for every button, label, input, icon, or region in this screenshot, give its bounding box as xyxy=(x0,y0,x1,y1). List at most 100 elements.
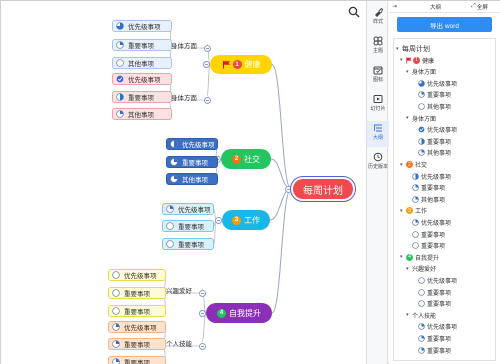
outline-label: 其他事项 xyxy=(421,197,446,204)
task-leaf-node[interactable]: 其他事项 xyxy=(166,173,218,185)
outline-item[interactable]: 优先级事项 xyxy=(406,218,451,227)
root-node[interactable]: 每周计划 xyxy=(290,176,356,202)
outline-item[interactable]: ▾ 身体方面 xyxy=(406,67,436,77)
outline-label: 自我提升 xyxy=(415,255,440,262)
task-leaf-node[interactable]: 优先级事项 xyxy=(108,269,166,281)
tool-label: 主题 xyxy=(372,48,383,54)
outline-item[interactable]: 重要事项 xyxy=(412,137,451,146)
collapse-toggle[interactable] xyxy=(203,44,211,52)
tool-brush[interactable]: 样式 xyxy=(367,5,389,31)
outline-item[interactable]: 其他事项 xyxy=(412,148,451,157)
task-leaf-node[interactable]: 重要事项 xyxy=(166,156,218,168)
task-leaf-node[interactable]: 重要事项 xyxy=(108,338,166,350)
task-leaf-node[interactable]: 其他事项 xyxy=(112,57,172,69)
progress-icon xyxy=(170,175,178,183)
outline-item[interactable]: 优先级事项 xyxy=(412,125,457,134)
search-icon[interactable] xyxy=(348,6,360,18)
outline-item[interactable]: ▾ 2 社交 xyxy=(400,160,427,169)
outline-item[interactable]: ▾ 兴趣爱好 xyxy=(406,264,436,274)
progress-icon xyxy=(418,346,425,354)
task-leaf-node[interactable]: 重要事项 xyxy=(112,39,172,51)
group-label[interactable]: 身体方面 xyxy=(171,40,197,50)
outline-item[interactable]: ▾ 个人技能 xyxy=(406,311,436,320)
task-leaf-node[interactable]: 重要事项 xyxy=(108,305,166,317)
collapse-toggle[interactable] xyxy=(203,96,211,104)
collapse-panel-icon[interactable]: ⇥ xyxy=(392,3,400,10)
task-label: 优先级事项 xyxy=(124,325,157,332)
progress-icon xyxy=(418,103,425,110)
collapse-toggle[interactable] xyxy=(198,342,206,350)
outline-item[interactable]: 优先级事项 xyxy=(412,79,457,88)
outline-item[interactable]: 优先级事项 xyxy=(412,322,457,331)
task-label: 重要事项 xyxy=(124,291,150,298)
outline-item[interactable]: 重要事项 xyxy=(412,299,451,308)
fullscreen-icon[interactable]: ⤢ xyxy=(471,3,476,10)
task-leaf-node[interactable]: 优先级事项 xyxy=(162,203,214,215)
group-label[interactable]: 兴趣爱好 xyxy=(166,285,192,295)
outline-item[interactable]: 重要事项 xyxy=(412,288,451,297)
branch-node[interactable]: 1 健康 xyxy=(210,55,272,74)
outline-item[interactable]: 优先级事项 xyxy=(412,276,457,285)
progress-icon xyxy=(116,75,124,83)
group-label[interactable]: 身体方面 xyxy=(171,92,197,102)
tool-calendar[interactable]: 图标 xyxy=(367,63,389,89)
outline-tree: ▾ 每周计划 ▾ 1 健康 ▾ 身体方面 优先级事项 重要事项 其他事项 ▾ 身体方面 优先级事项 重要事… xyxy=(393,38,496,361)
collapse-toggle[interactable] xyxy=(202,61,210,68)
task-leaf-node[interactable]: 重要事项 xyxy=(162,220,214,232)
outline-item[interactable]: ▾ 身体方面 xyxy=(406,114,436,123)
task-leaf-node[interactable]: 重要事项 xyxy=(108,356,166,364)
fullscreen-label[interactable]: 全屏 xyxy=(477,3,488,11)
outline-item[interactable]: 重要事项 xyxy=(412,346,451,355)
theme-icon xyxy=(373,36,383,46)
tool-history[interactable]: 历史版本 xyxy=(367,150,389,176)
task-leaf-node[interactable]: 重要事项 xyxy=(162,238,214,250)
progress-icon xyxy=(112,271,120,279)
panel-title: 大纲 xyxy=(430,4,442,11)
outline-item[interactable]: ▾ 1 健康 xyxy=(400,56,434,65)
branch-node[interactable]: 2 社交 xyxy=(221,149,271,169)
collapse-toggle[interactable] xyxy=(198,289,206,297)
collapse-toggle[interactable] xyxy=(214,216,222,224)
outline-item[interactable]: 优先级事项 xyxy=(406,172,451,181)
progress-icon xyxy=(116,22,124,30)
task-label: 重要事项 xyxy=(178,242,204,249)
progress-icon xyxy=(170,158,178,166)
group-label[interactable]: 个人技能 xyxy=(166,338,192,348)
task-leaf-node[interactable]: 优先级事项 xyxy=(112,73,172,85)
outline-item[interactable]: 其他事项 xyxy=(412,102,451,111)
task-leaf-node[interactable]: 优先级事项 xyxy=(166,138,218,150)
task-leaf-node[interactable]: 其他事项 xyxy=(112,108,172,120)
progress-icon xyxy=(112,289,120,297)
export-word-button[interactable]: 导出 word xyxy=(397,17,492,32)
outline-item[interactable]: ▾ 每周计划 xyxy=(396,44,430,53)
tool-theme[interactable]: 主题 xyxy=(367,34,389,60)
tool-outline[interactable]: 大纲 xyxy=(367,121,389,147)
outline-item[interactable]: 其他事项 xyxy=(406,195,445,204)
task-leaf-node[interactable]: 优先级事项 xyxy=(108,321,166,333)
progress-icon xyxy=(418,126,425,133)
outline-label: 优先级事项 xyxy=(421,174,452,181)
outline-label: 重要事项 xyxy=(421,244,446,251)
outline-item[interactable]: 重要事项 xyxy=(412,334,451,343)
outline-item[interactable]: 重要事项 xyxy=(406,241,445,250)
outline-item[interactable]: 重要事项 xyxy=(406,183,445,192)
mindmap-canvas[interactable]: 1 健康 身体方面 优先级事项 重要事项 其他事项 身体方面 优先级事项 重要事项 其他事项 2 社交… xyxy=(1,1,366,364)
outline-label: 重要事项 xyxy=(427,302,452,309)
branch-node[interactable]: 4 自我提升 xyxy=(206,303,272,323)
outline-item[interactable]: 重要事项 xyxy=(406,230,445,239)
task-label: 重要事项 xyxy=(124,342,150,349)
task-leaf-node[interactable]: 优先级事项 xyxy=(112,20,172,32)
slides-icon xyxy=(373,95,383,103)
flag-icon xyxy=(222,60,231,69)
outline-item[interactable]: 重要事项 xyxy=(412,90,451,99)
outline-label: 个人技能 xyxy=(412,313,437,320)
tool-slides[interactable]: 幻灯片 xyxy=(367,92,389,118)
task-leaf-node[interactable]: 重要事项 xyxy=(108,287,166,299)
connector-line xyxy=(201,312,207,343)
task-leaf-node[interactable]: 重要事项 xyxy=(112,91,172,103)
progress-icon xyxy=(418,79,425,87)
outline-item[interactable]: ▾ 3 工作 xyxy=(400,206,427,215)
collapse-toggle[interactable] xyxy=(198,309,206,317)
branch-node[interactable]: 3 工作 xyxy=(222,210,270,230)
outline-item[interactable]: ▾ 4 自我提升 xyxy=(400,253,439,262)
